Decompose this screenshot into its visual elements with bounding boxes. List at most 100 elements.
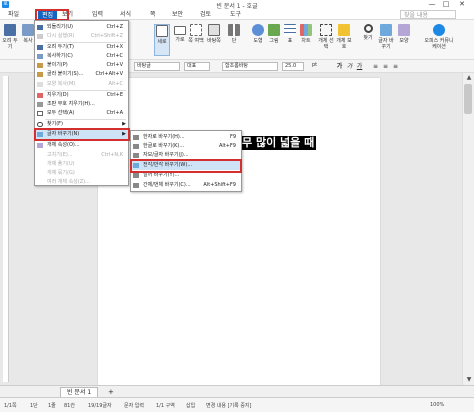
menu-page[interactable]: 쪽 — [150, 10, 156, 19]
menu-item-group[interactable]: 개체 묶기(G) — [35, 169, 128, 178]
columns-button[interactable]: 단 — [226, 24, 242, 44]
menu-item-label: 모양 복사(M) — [47, 81, 76, 87]
document-text[interactable]: 무 많이 넓을 때 — [240, 136, 317, 150]
menu-item-label: 개체 묶기(G) — [47, 170, 75, 176]
align-center-icon[interactable]: ≡ — [382, 63, 389, 70]
chart-label: 차트 — [301, 38, 311, 44]
font-select[interactable]: 함초롬바탕 — [222, 62, 278, 71]
edit-menu: 되돌리기(U) Ctrl+Z 다시 실행(R) Ctrl+Shift+Z 오려 두기… — [34, 20, 129, 186]
menu-item-cut[interactable]: 오려 두기(T) Ctrl+X — [35, 43, 128, 52]
menu-item-multi-object-properties[interactable]: 여러 개체 속성(Z)... — [35, 178, 128, 187]
codes-icon — [37, 102, 43, 107]
menu-item-remove-codes[interactable]: 조판 부호 지우기(H)... — [35, 100, 128, 109]
underline-button[interactable]: 가 — [356, 63, 363, 70]
align-left-icon[interactable]: ≡ — [372, 63, 379, 70]
italic-button[interactable]: 가 — [346, 63, 353, 70]
bold-button[interactable]: 가 — [336, 63, 343, 70]
menu-item-redo[interactable]: 다시 실행(R) Ctrl+Shift+Z — [35, 32, 128, 41]
find-icon — [37, 122, 43, 127]
menu-review[interactable]: 검토 — [200, 10, 211, 19]
menu-file[interactable]: 파일 — [8, 10, 19, 19]
landscape-button[interactable]: 가로 — [172, 24, 188, 43]
status-track-changes[interactable]: 변경 내용 [기록 중지] — [206, 402, 251, 409]
replace-button[interactable]: 글자 바꾸기 — [378, 24, 394, 50]
status-insert-mode[interactable]: 삽입 — [186, 402, 195, 409]
menu-item-shortcut: Ctrl+A — [106, 110, 123, 116]
submenu-item-simplified-traditional[interactable]: 간체/번체 바꾸기(C)... Alt+Shift+F9 — [131, 181, 241, 190]
status-page: 1/1쪽 — [4, 403, 17, 409]
portrait-button[interactable]: 세로 — [154, 24, 170, 56]
status-line: 1줄 — [48, 403, 56, 409]
margins-label: 쪽 여백 — [188, 38, 204, 44]
align-right-icon[interactable]: ≡ — [392, 63, 399, 70]
menu-item-copy-format[interactable]: 모양 복사(M) Alt+C — [35, 80, 128, 89]
font-category-select[interactable]: 대표 — [184, 62, 210, 71]
menu-security[interactable]: 보안 — [172, 10, 183, 19]
master-page-icon — [208, 24, 220, 36]
menu-item-undo[interactable]: 되돌리기(U) Ctrl+Z — [35, 23, 128, 32]
menu-item-label: 개체 풀기(U) — [47, 161, 75, 167]
document-page[interactable] — [98, 78, 380, 385]
menu-item-object-properties[interactable]: 개체 속성(O)... — [35, 141, 128, 150]
menu-item-paste-special[interactable]: 골라 붙이기(S)... Ctrl+Alt+V — [35, 70, 128, 79]
scroll-up-icon[interactable]: ▲ — [465, 74, 473, 82]
menu-item-select-all[interactable]: 모두 선택(A) Ctrl+A — [35, 109, 128, 118]
document-tab[interactable]: 빈 문서 1 — [60, 387, 99, 397]
office-community-label: 오피스 커뮤니케이션 — [424, 38, 454, 50]
menu-item-ungroup[interactable]: 개체 풀기(U) — [35, 160, 128, 169]
menu-item-label: 복사하기(C) — [47, 53, 73, 59]
office-community-icon — [433, 24, 445, 36]
menu-item-delete[interactable]: 지우기(D) Ctrl+E — [35, 91, 128, 100]
portrait-label: 세로 — [157, 39, 167, 45]
replace-text-highlight — [34, 128, 130, 141]
maximize-button[interactable]: □ — [440, 0, 452, 9]
columns-icon — [228, 24, 240, 36]
office-community-button[interactable]: 오피스 커뮤니케이션 — [424, 24, 454, 50]
menu-item-label: 다시 실행(R) — [47, 33, 75, 39]
shape-style-button[interactable]: 모양 — [396, 24, 412, 44]
protect-object-button[interactable]: 개체 보호 — [336, 24, 352, 50]
menu-item-edit[interactable]: 고치기(E)... Ctrl+N,K — [35, 151, 128, 160]
status-column: 1단 — [30, 403, 38, 409]
menu-item-copy[interactable]: 복사하기(C) Ctrl+C — [35, 52, 128, 61]
menu-item-shortcut: Alt+Shift+F9 — [203, 182, 236, 188]
font-unit: pt — [312, 62, 318, 68]
master-page-button[interactable]: 바탕쪽 — [206, 24, 222, 44]
margins-button[interactable]: 쪽 여백 — [188, 24, 204, 44]
menu-item-label: 한글로 바꾸기(K)... — [143, 143, 185, 149]
add-tab-button[interactable]: + — [108, 387, 114, 397]
table-label: 표 — [287, 38, 293, 44]
submenu-item-to-hangul[interactable]: 한글로 바꾸기(K)... Alt+F9 — [131, 142, 241, 151]
full-half-width-highlight — [130, 159, 242, 173]
table-button[interactable]: 표 — [282, 24, 298, 44]
minimize-button[interactable]: — — [426, 0, 438, 9]
menu-insert[interactable]: 입력 — [92, 10, 103, 19]
search-input[interactable]: 찾을 내용 — [400, 10, 456, 19]
scissors-icon — [4, 24, 16, 36]
vertical-scrollbar[interactable]: ▲ ▼ — [462, 73, 474, 385]
select-object-button[interactable]: 개체 선택 — [318, 24, 334, 50]
scroll-down-icon[interactable]: ▼ — [465, 376, 473, 384]
scroll-thumb[interactable] — [464, 84, 472, 114]
chart-button[interactable]: 차트 — [298, 24, 314, 44]
shape-icon — [252, 24, 264, 36]
menu-item-label: 한자로 바꾸기(H)... — [143, 134, 185, 140]
menu-format[interactable]: 서식 — [120, 10, 131, 19]
shape-button[interactable]: 도형 — [250, 24, 266, 44]
margins-icon — [190, 24, 202, 36]
find-button[interactable]: 찾기 — [360, 24, 376, 41]
menu-item-shortcut: Alt+C — [108, 81, 123, 87]
menu-tools[interactable]: 도구 — [230, 10, 241, 19]
close-button[interactable]: ✕ — [456, 0, 468, 9]
font-size-input[interactable]: 25.0 — [282, 62, 304, 71]
style-select[interactable]: 바탕글 — [134, 62, 180, 71]
landscape-label: 가로 — [175, 37, 185, 43]
columns-label: 단 — [231, 38, 237, 44]
menu-item-paste[interactable]: 붙이기(P) Ctrl+V — [35, 61, 128, 70]
protect-object-label: 개체 보호 — [336, 38, 352, 50]
submenu-item-to-hanja[interactable]: 한자로 바꾸기(H)... F9 — [131, 133, 241, 142]
cut-button[interactable]: 오려 두기 — [2, 24, 18, 50]
select-all-icon — [37, 111, 43, 116]
picture-button[interactable]: 그림 — [266, 24, 282, 44]
zoom-level[interactable]: 100% — [430, 402, 444, 408]
